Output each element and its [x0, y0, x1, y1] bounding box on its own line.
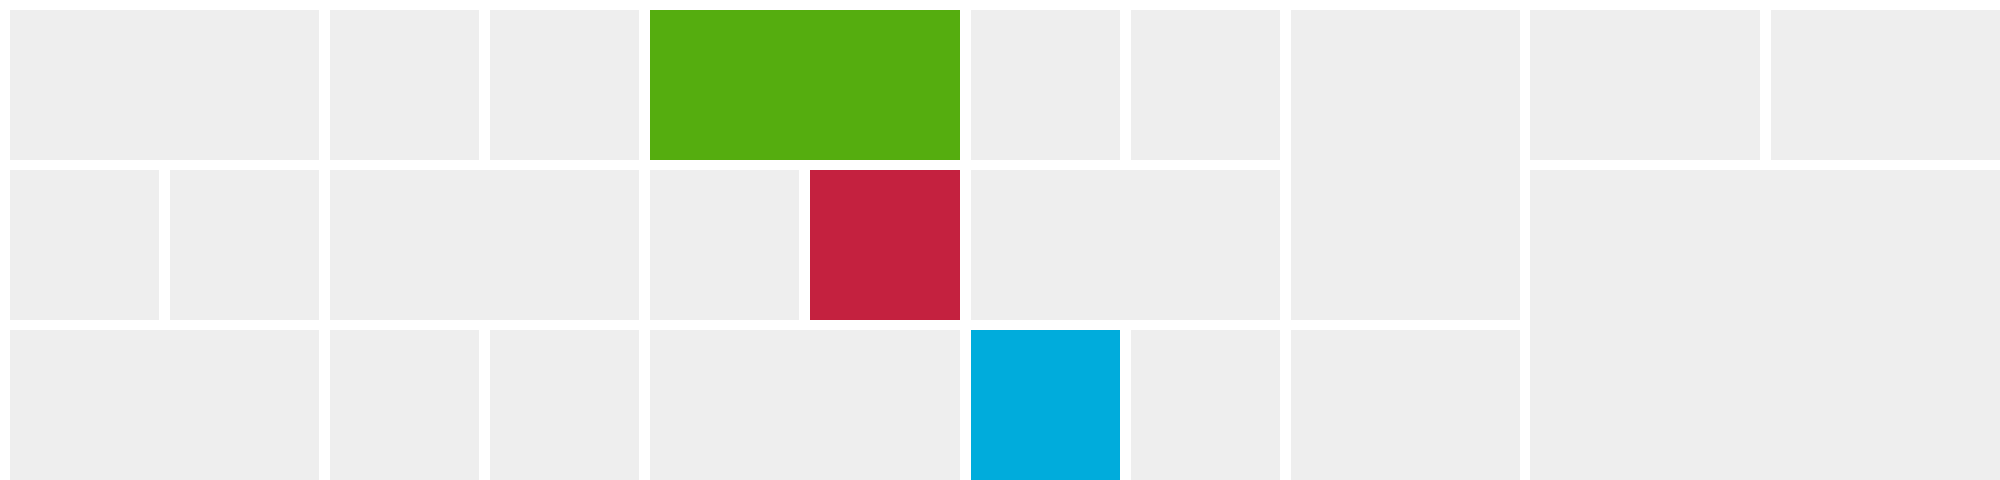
tile[interactable]: [1771, 10, 2000, 160]
tile[interactable]: [170, 170, 319, 320]
tile-grid: [0, 0, 2000, 480]
tile[interactable]: [1530, 10, 1760, 160]
tile[interactable]: [330, 10, 479, 160]
blue-tile[interactable]: [971, 330, 1120, 480]
tile[interactable]: [1131, 330, 1280, 480]
tile[interactable]: [330, 330, 479, 480]
tile[interactable]: [490, 10, 639, 160]
tile[interactable]: [10, 170, 159, 320]
tile[interactable]: [330, 170, 639, 320]
tile[interactable]: [971, 170, 1280, 320]
tile[interactable]: [10, 10, 319, 160]
tile[interactable]: [1291, 330, 1520, 480]
tile[interactable]: [971, 10, 1120, 160]
red-tile[interactable]: [810, 170, 960, 320]
tile[interactable]: [490, 330, 639, 480]
green-tile[interactable]: [650, 10, 960, 160]
large-tile[interactable]: [1530, 170, 2000, 480]
tile[interactable]: [650, 330, 960, 480]
tile[interactable]: [650, 170, 799, 320]
tile[interactable]: [10, 330, 319, 480]
tall-tile[interactable]: [1291, 10, 1520, 320]
tile[interactable]: [1131, 10, 1280, 160]
